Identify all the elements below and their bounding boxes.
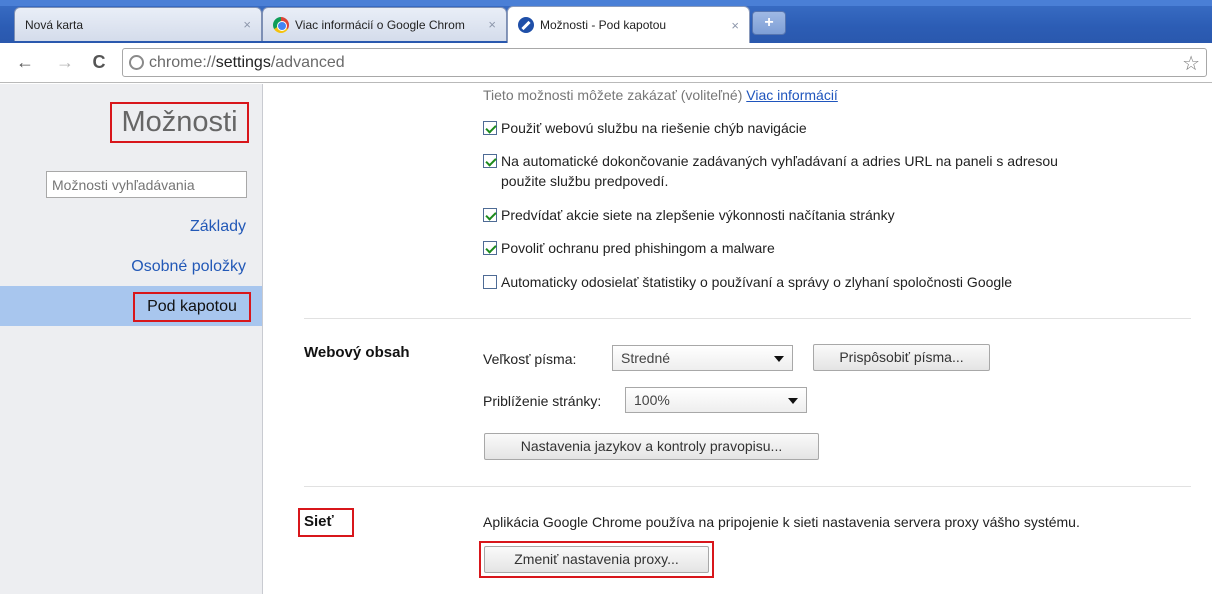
- checkbox-label: Na automatické dokončovanie zadávaných v…: [501, 151, 1058, 191]
- url-host: settings: [215, 54, 271, 71]
- settings-sidebar: Možnosti Základy Osobné položky Pod kapo…: [0, 84, 263, 594]
- sidebar-item-under-the-hood[interactable]: Pod kapotou: [133, 292, 251, 322]
- checkbox[interactable]: [483, 154, 497, 168]
- checkbox-label-line2: použite službu predpovedí.: [501, 173, 669, 189]
- checkbox-label: Automaticky odosielať štatistiky o použí…: [501, 274, 1013, 290]
- tab-title: Možnosti - Pod kapotou: [540, 18, 667, 32]
- tab-title: Viac informácií o Google Chrom: [295, 17, 465, 32]
- checkbox[interactable]: [483, 275, 497, 289]
- checkbox-label-line1: Na automatické dokončovanie zadávaných v…: [501, 153, 1058, 169]
- settings-search-input[interactable]: [46, 171, 247, 198]
- checkbox-label: Povoliť ochranu pred phishingom a malwar…: [501, 240, 775, 256]
- checkbox-label: Predvídať akcie siete na zlepšenie výkon…: [501, 207, 895, 223]
- language-settings-button[interactable]: Nastavenia jazykov a kontroly pravopisu.…: [484, 433, 819, 460]
- page-zoom-label: Priblíženie stránky:: [483, 393, 602, 409]
- section-divider: [304, 318, 1191, 319]
- checkbox-phishing[interactable]: Povoliť ochranu pred phishingom a malwar…: [483, 238, 775, 258]
- section-title-network: Sieť: [304, 513, 334, 530]
- customize-fonts-button[interactable]: Prispôsobiť písma...: [813, 344, 990, 371]
- checkbox[interactable]: [483, 241, 497, 255]
- new-tab-button[interactable]: +: [752, 11, 786, 35]
- checkbox[interactable]: [483, 121, 497, 135]
- section-divider: [304, 486, 1191, 487]
- close-icon[interactable]: ×: [243, 17, 251, 32]
- address-bar[interactable]: chrome://settings/advanced ☆: [122, 48, 1207, 77]
- font-size-select[interactable]: Stredné: [612, 345, 793, 371]
- forward-arrow-icon[interactable]: →: [54, 51, 76, 73]
- privacy-info-text: Tieto možnosti môžete zakázať (voliteľné…: [483, 87, 743, 103]
- browser-toolbar: ← → C chrome://settings/advanced ☆: [0, 43, 1212, 83]
- sidebar-item-personal[interactable]: Osobné položky: [131, 258, 246, 276]
- close-icon[interactable]: ×: [488, 17, 496, 32]
- back-arrow-icon[interactable]: ←: [14, 51, 36, 73]
- dropdown-arrow-icon: [788, 398, 798, 404]
- network-description: Aplikácia Google Chrome používa na pripo…: [483, 514, 1080, 530]
- tab-more-info[interactable]: Viac informácií o Google Chrom ×: [262, 7, 507, 41]
- page-zoom-select[interactable]: 100%: [625, 387, 807, 413]
- reload-icon[interactable]: C: [88, 51, 110, 73]
- tab-title: Nová karta: [25, 17, 84, 32]
- font-size-value: Stredné: [621, 350, 671, 366]
- more-info-link[interactable]: Viac informácií: [746, 87, 838, 103]
- globe-icon: [129, 55, 144, 70]
- page-zoom-value: 100%: [634, 392, 670, 408]
- privacy-info: Tieto možnosti môžete zakázať (voliteľné…: [483, 87, 838, 103]
- sidebar-item-basics[interactable]: Základy: [190, 218, 246, 236]
- checkbox-nav-errors[interactable]: Použiť webovú službu na riešenie chýb na…: [483, 118, 807, 138]
- checkbox-predictions[interactable]: Na automatické dokončovanie zadávaných v…: [483, 151, 1058, 191]
- bookmark-star-icon[interactable]: ☆: [1182, 51, 1200, 76]
- dropdown-arrow-icon: [774, 356, 784, 362]
- tab-options-under-the-hood[interactable]: Možnosti - Pod kapotou ×: [507, 6, 750, 43]
- section-title-web-content: Webový obsah: [304, 344, 410, 361]
- tab-new-tab[interactable]: Nová karta ×: [14, 7, 262, 41]
- checkbox[interactable]: [483, 208, 497, 222]
- chrome-logo-icon: [273, 16, 289, 33]
- checkbox-prefetch[interactable]: Predvídať akcie siete na zlepšenie výkon…: [483, 205, 895, 225]
- url-path: /advanced: [270, 54, 345, 71]
- font-size-label: Veľkosť písma:: [483, 351, 577, 367]
- url-prefix: chrome://: [149, 54, 216, 71]
- settings-content: Tieto možnosti môžete zakázať (voliteľné…: [264, 84, 1212, 594]
- checkbox-usage-stats[interactable]: Automaticky odosielať štatistiky o použí…: [483, 272, 1012, 292]
- url-text: chrome://settings/advanced: [149, 54, 345, 72]
- page-title: Možnosti: [110, 102, 249, 143]
- checkbox-label: Použiť webovú službu na riešenie chýb na…: [501, 120, 807, 136]
- change-proxy-button[interactable]: Zmeniť nastavenia proxy...: [484, 546, 709, 573]
- close-icon[interactable]: ×: [731, 18, 739, 33]
- wrench-icon: [518, 17, 534, 33]
- tab-strip: Nová karta × Viac informácií o Google Ch…: [0, 0, 1212, 44]
